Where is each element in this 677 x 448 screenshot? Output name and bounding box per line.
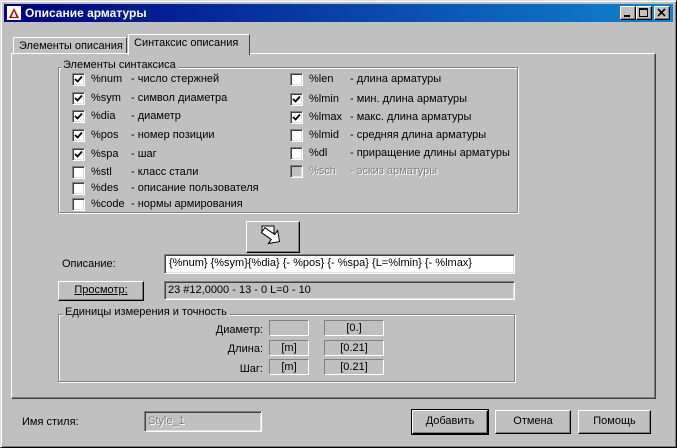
checkbox-lmax[interactable] <box>290 111 303 124</box>
units-group-title: Единицы измерения и точность <box>63 306 229 318</box>
desc-label: - описание пользователя <box>131 182 259 194</box>
tab-elements[interactable]: Элементы описания <box>13 37 127 53</box>
checkbox-sch[interactable] <box>290 165 303 178</box>
desc-label: - число стержней <box>131 73 220 85</box>
desc-label: - нормы армирования <box>131 198 243 210</box>
units-row-label: Шаг: <box>239 363 263 375</box>
code-label: %pos <box>91 129 119 141</box>
desc-label: - эскиз арматуры <box>350 165 438 177</box>
description-input[interactable]: {%num} {%sym}{%dia} {- %pos} {- %spa} {L… <box>164 254 515 274</box>
diameter-precision[interactable]: [0.] <box>324 320 384 336</box>
units-row-label: Длина: <box>227 343 263 355</box>
checkbox-spa[interactable] <box>72 148 85 161</box>
style-name-label: Имя стиля: <box>22 416 79 428</box>
units-row-label: Диаметр: <box>215 324 263 336</box>
syntax-group-title: Элементы синтаксиса <box>61 59 178 71</box>
checkmark-icon <box>74 131 83 139</box>
cancel-button-label: Отмена <box>513 415 553 427</box>
desc-label: - мин. длина арматуры <box>350 93 468 105</box>
code-label: %spa <box>91 148 119 160</box>
checkbox-dl[interactable] <box>290 147 303 160</box>
code-label: %lmid <box>309 129 339 141</box>
step-precision[interactable]: [0.21] <box>324 359 384 375</box>
code-label: %dia <box>91 110 116 122</box>
tab-label: Элементы описания <box>19 40 123 52</box>
desc-label: - средняя длина арматуры <box>350 129 487 141</box>
length-precision[interactable]: [0.21] <box>324 340 384 356</box>
checkmark-icon <box>292 95 301 103</box>
description-label: Описание: <box>62 258 116 270</box>
style-name-input[interactable]: Style_1 <box>144 411 262 432</box>
add-button[interactable]: Добавить <box>411 409 489 435</box>
checkbox-code[interactable] <box>72 198 85 211</box>
preview-button[interactable]: Просмотр: <box>58 281 144 301</box>
desc-label: - диаметр <box>131 110 181 122</box>
code-label: %dl <box>309 147 328 159</box>
checkbox-dia[interactable] <box>72 110 85 123</box>
insert-button[interactable] <box>246 221 300 253</box>
checkbox-stl[interactable] <box>72 166 85 179</box>
tab-syntax[interactable]: Синтаксис описания <box>128 34 250 55</box>
description-value: {%num} {%sym}{%dia} {- %pos} {- %spa} {L… <box>169 257 472 269</box>
step-unit[interactable]: [m] <box>269 359 309 375</box>
code-label: %code <box>91 198 125 210</box>
close-icon <box>657 8 666 17</box>
precision-value: [0.] <box>346 322 362 334</box>
checkbox-pos[interactable] <box>72 129 85 142</box>
checkbox-num[interactable] <box>72 73 85 86</box>
preview-button-label: Просмотр: <box>74 284 128 296</box>
desc-label: - символ диаметра <box>131 92 228 104</box>
help-button-label: Помощь <box>593 415 636 427</box>
checkmark-icon <box>74 150 83 158</box>
code-label: %des <box>91 182 119 194</box>
add-button-label: Добавить <box>425 415 475 427</box>
code-label: %sym <box>91 92 121 104</box>
checkmark-icon <box>74 112 83 120</box>
help-button[interactable]: Помощь <box>578 410 651 434</box>
code-label: %lmax <box>309 111 343 123</box>
checkbox-des[interactable] <box>72 182 85 195</box>
desc-label: - класс стали <box>131 166 199 178</box>
checkmark-icon <box>74 75 83 83</box>
minimize-button[interactable] <box>620 6 636 20</box>
checkmark-icon <box>74 94 83 102</box>
desc-label: - длина арматуры <box>350 73 442 85</box>
close-button[interactable] <box>654 6 670 20</box>
cancel-button[interactable]: Отмена <box>495 410 571 434</box>
checkbox-lmin[interactable] <box>290 93 303 106</box>
style-name-value: Style_1 <box>148 415 185 427</box>
code-label: %stl <box>91 166 112 178</box>
checkbox-sym[interactable] <box>72 92 85 105</box>
code-label: %lmin <box>309 93 339 105</box>
diameter-unit[interactable] <box>269 320 309 336</box>
code-label: %sch <box>309 165 336 177</box>
desc-label: - шаг <box>131 148 157 160</box>
insert-arrow-icon <box>260 225 281 245</box>
maximize-icon <box>639 8 648 17</box>
unit-value: [m] <box>281 361 297 373</box>
app-icon <box>7 6 21 20</box>
maximize-button[interactable] <box>636 6 652 20</box>
precision-value: [0.21] <box>340 342 368 354</box>
desc-label: - макс. длина арматуры <box>350 111 472 123</box>
window-title: Описание арматуры <box>25 6 147 20</box>
checkmark-icon <box>292 113 301 121</box>
tab-label: Синтаксис описания <box>134 37 239 49</box>
code-label: %num <box>91 73 123 85</box>
unit-value: [m] <box>281 342 297 354</box>
desc-label: - приращение длины арматуры <box>350 147 510 159</box>
preview-output: 23 #12,0000 - 13 - 0 L=0 - 10 <box>164 281 515 300</box>
title-bar[interactable]: Описание арматуры <box>4 4 673 22</box>
checkbox-len[interactable] <box>290 73 303 86</box>
length-unit[interactable]: [m] <box>269 340 309 356</box>
desc-label: - номер позиции <box>131 129 215 141</box>
code-label: %len <box>309 73 334 85</box>
dialog-window: Описание арматуры Элементы описания Синт… <box>0 0 677 448</box>
checkbox-lmid[interactable] <box>290 129 303 142</box>
preview-value: 23 #12,0000 - 13 - 0 L=0 - 10 <box>168 284 311 296</box>
precision-value: [0.21] <box>340 361 368 373</box>
minimize-icon <box>624 15 630 17</box>
